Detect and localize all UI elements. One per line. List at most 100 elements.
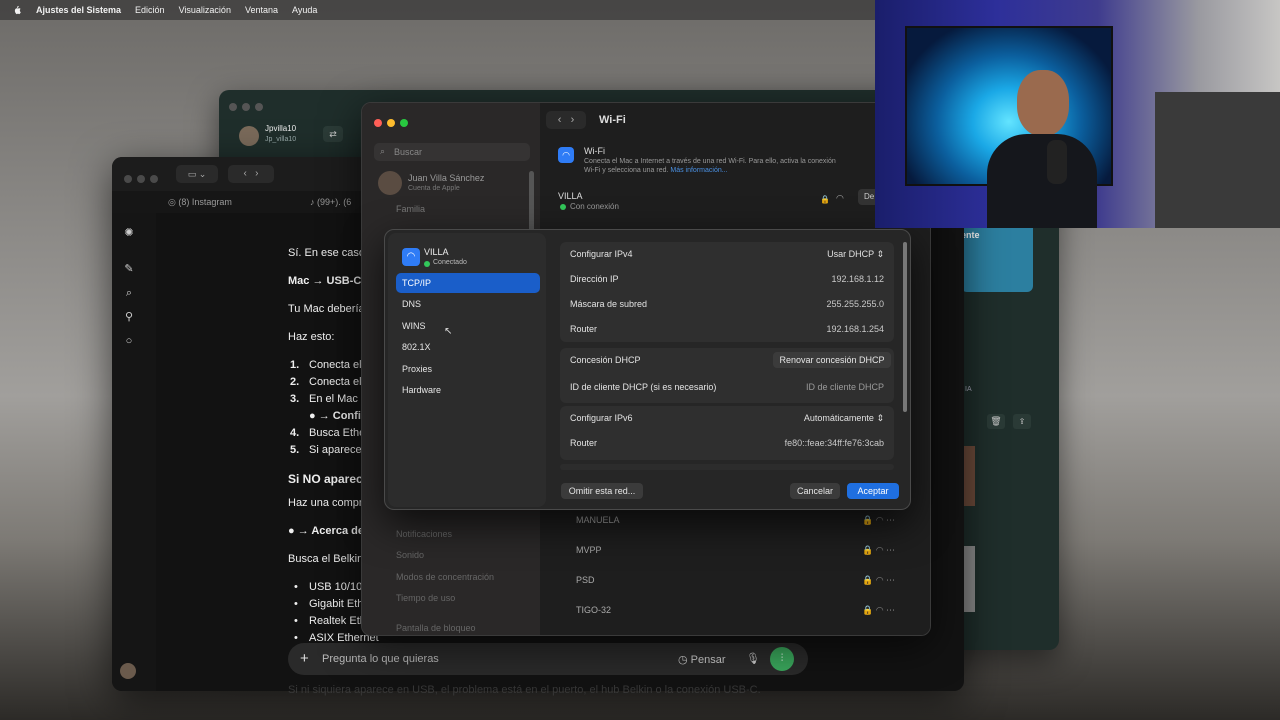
message-text-inner: → Acerca de — [294, 525, 364, 537]
renew-dhcp-button[interactable]: Renovar concesión DHCP — [773, 352, 891, 368]
avatar[interactable] — [378, 171, 402, 195]
network-status: Conectado — [433, 259, 467, 266]
network-item[interactable]: MANUELA — [576, 515, 620, 525]
cancel-button[interactable]: Cancelar — [790, 483, 840, 499]
subnet-mask-label: Máscara de subred — [570, 299, 648, 309]
trash-icon[interactable]: 🗑 — [987, 414, 1005, 429]
list-item: Busca Ethe — [309, 427, 366, 439]
sidebar-item-pantalla-bloqueo[interactable]: Pantalla de bloqueo — [396, 623, 476, 633]
switch-account-icon[interactable]: ⇄ — [323, 126, 343, 142]
wifi-description-text: Wi-Fi y selecciona una red. — [584, 167, 669, 174]
avatar[interactable] — [239, 126, 259, 146]
tab-hardware[interactable]: Hardware — [396, 380, 540, 400]
prompt-placeholder: Pregunta lo que quieras — [322, 653, 439, 665]
tab-tcpip[interactable]: TCP/IP — [396, 273, 540, 293]
sidebar-toggle-icon[interactable]: ▭ ⌄ — [176, 165, 218, 183]
close-button[interactable] — [229, 103, 237, 111]
thumbnail-image[interactable] — [963, 446, 975, 506]
menu-edicion[interactable]: Edición — [135, 5, 165, 15]
tab-wins[interactable]: WINS — [396, 316, 540, 336]
tab-tiktok[interactable]: ♪ (99+). (6 — [310, 197, 351, 207]
dhcp-client-input[interactable]: ID de cliente DHCP — [806, 375, 884, 399]
back-forward-icon[interactable]: ‹ › — [546, 111, 586, 129]
search-input[interactable]: ⌕ Buscar — [374, 143, 530, 161]
bullet: • — [294, 632, 298, 644]
menu-app-name[interactable]: Ajustes del Sistema — [36, 5, 121, 15]
add-icon[interactable]: + — [300, 650, 309, 667]
tab-tiktok-label: (99+). (6 — [317, 197, 352, 207]
chat-bubble-icon[interactable]: ○ — [123, 335, 135, 347]
account-name[interactable]: Juan Villa Sánchez — [408, 173, 484, 183]
menu-ventana[interactable]: Ventana — [245, 5, 278, 15]
tab-proxies[interactable]: Proxies — [396, 359, 540, 379]
zoom-button[interactable] — [255, 103, 263, 111]
forget-network-button[interactable]: Omitir esta red... — [561, 483, 643, 499]
current-network-name: VILLA — [558, 191, 583, 201]
avatar[interactable] — [120, 663, 136, 679]
thumbnail-image-2[interactable] — [963, 546, 975, 612]
router6-row: Router fe80::feae:34ff:fe76:3cab — [562, 431, 892, 455]
more-info-link[interactable]: Más información... — [670, 167, 727, 174]
sidebar-item-notificaciones[interactable]: Notificaciones — [396, 529, 452, 539]
network-item[interactable]: MVPP — [576, 545, 602, 555]
configure-ipv4-label: Configurar IPv4 — [570, 249, 633, 259]
close-button[interactable] — [124, 175, 132, 183]
ia-label: IA — [965, 386, 972, 393]
sidebar-item-familia[interactable]: Familia — [396, 204, 425, 214]
network-lock-icons[interactable]: 🔒 ◠ ⋯ — [862, 575, 895, 586]
tab-dns[interactable]: DNS — [396, 294, 540, 314]
promo-card[interactable]: AI ente — [961, 218, 1033, 292]
think-label: Pensar — [690, 654, 726, 666]
lock-icon: 🔒 — [820, 195, 830, 204]
sidebar-item-concentracion[interactable]: Modos de concentración — [396, 572, 494, 582]
wifi-description-2: Wi-Fi y selecciona una red. Más informac… — [584, 167, 728, 174]
tab-8021x[interactable]: 802.1X — [396, 337, 540, 357]
apple-menu-icon[interactable] — [12, 5, 22, 15]
list-item: En el Mac v — [309, 393, 367, 405]
sidebar-item-tiempo-de-uso[interactable]: Tiempo de uso — [396, 593, 455, 603]
upload-icon[interactable]: ⇪ — [1013, 414, 1031, 429]
prompt-input[interactable]: + Pregunta lo que quieras ◷ Pensar 🎙 ⫶ — [288, 643, 808, 675]
profile-handle: Jp_villa10 — [265, 136, 297, 143]
ip-address-label: Dirección IP — [570, 274, 619, 284]
microphone-icon[interactable]: 🎙 — [746, 652, 760, 665]
network-lock-icons[interactable]: 🔒 ◠ ⋯ — [862, 605, 895, 616]
think-button[interactable]: ◷ Pensar — [678, 653, 726, 666]
network-item[interactable]: PSD — [576, 575, 595, 585]
menu-ayuda[interactable]: Ayuda — [292, 5, 317, 15]
openai-logo-icon[interactable]: ✺ — [123, 227, 135, 239]
scrollbar[interactable] — [903, 242, 907, 412]
list-item-sub-text: → Confi — [315, 410, 361, 422]
configure-ipv6-select[interactable]: Automáticamente ⇕ — [804, 406, 884, 430]
dialog-sidebar: ◠ VILLA Conectado TCP/IP DNS WINS 802.1X… — [388, 233, 546, 507]
zoom-button[interactable] — [400, 119, 408, 127]
list-item-sub: ● → Confi — [309, 410, 361, 422]
network-name: VILLA — [424, 247, 449, 257]
search-placeholder: Buscar — [394, 147, 423, 157]
close-button[interactable] — [374, 119, 382, 127]
network-lock-icons[interactable]: 🔒 ◠ ⋯ — [862, 515, 895, 526]
search-icon[interactable]: ⌕ — [123, 287, 135, 299]
menu-visualizacion[interactable]: Visualización — [179, 5, 231, 15]
configure-ipv4-row: Configurar IPv4 Usar DHCP ⇕ — [562, 242, 892, 266]
network-details-dialog: ◠ VILLA Conectado TCP/IP DNS WINS 802.1X… — [384, 229, 911, 510]
tab-instagram[interactable]: ◎ (8) Instagram — [168, 197, 232, 208]
wifi-description: Conecta el Mac a Internet a través de un… — [584, 158, 836, 165]
zoom-button[interactable] — [150, 175, 158, 183]
status-dot — [424, 261, 430, 267]
list-item: Conecta el — [309, 359, 362, 371]
minimize-button[interactable] — [387, 119, 395, 127]
sidebar-item-sonido[interactable]: Sonido — [396, 550, 424, 560]
minimize-button[interactable] — [242, 103, 250, 111]
minimize-button[interactable] — [137, 175, 145, 183]
configure-ipv4-select[interactable]: Usar DHCP ⇕ — [827, 242, 884, 266]
pin-icon[interactable]: ⚲ — [123, 311, 135, 323]
voice-mode-icon[interactable]: ⫶ — [770, 647, 794, 671]
ok-button[interactable]: Aceptar — [847, 483, 899, 499]
new-chat-icon[interactable]: ✎ — [123, 263, 135, 275]
network-item[interactable]: TIGO-32 — [576, 605, 611, 615]
dhcp-client-row: ID de cliente DHCP (si es necesario) ID … — [562, 375, 892, 399]
network-lock-icons[interactable]: 🔒 ◠ ⋯ — [862, 545, 895, 556]
back-forward-icon[interactable]: ‹ › — [228, 165, 274, 183]
account-subtitle: Cuenta de Apple — [408, 185, 460, 192]
